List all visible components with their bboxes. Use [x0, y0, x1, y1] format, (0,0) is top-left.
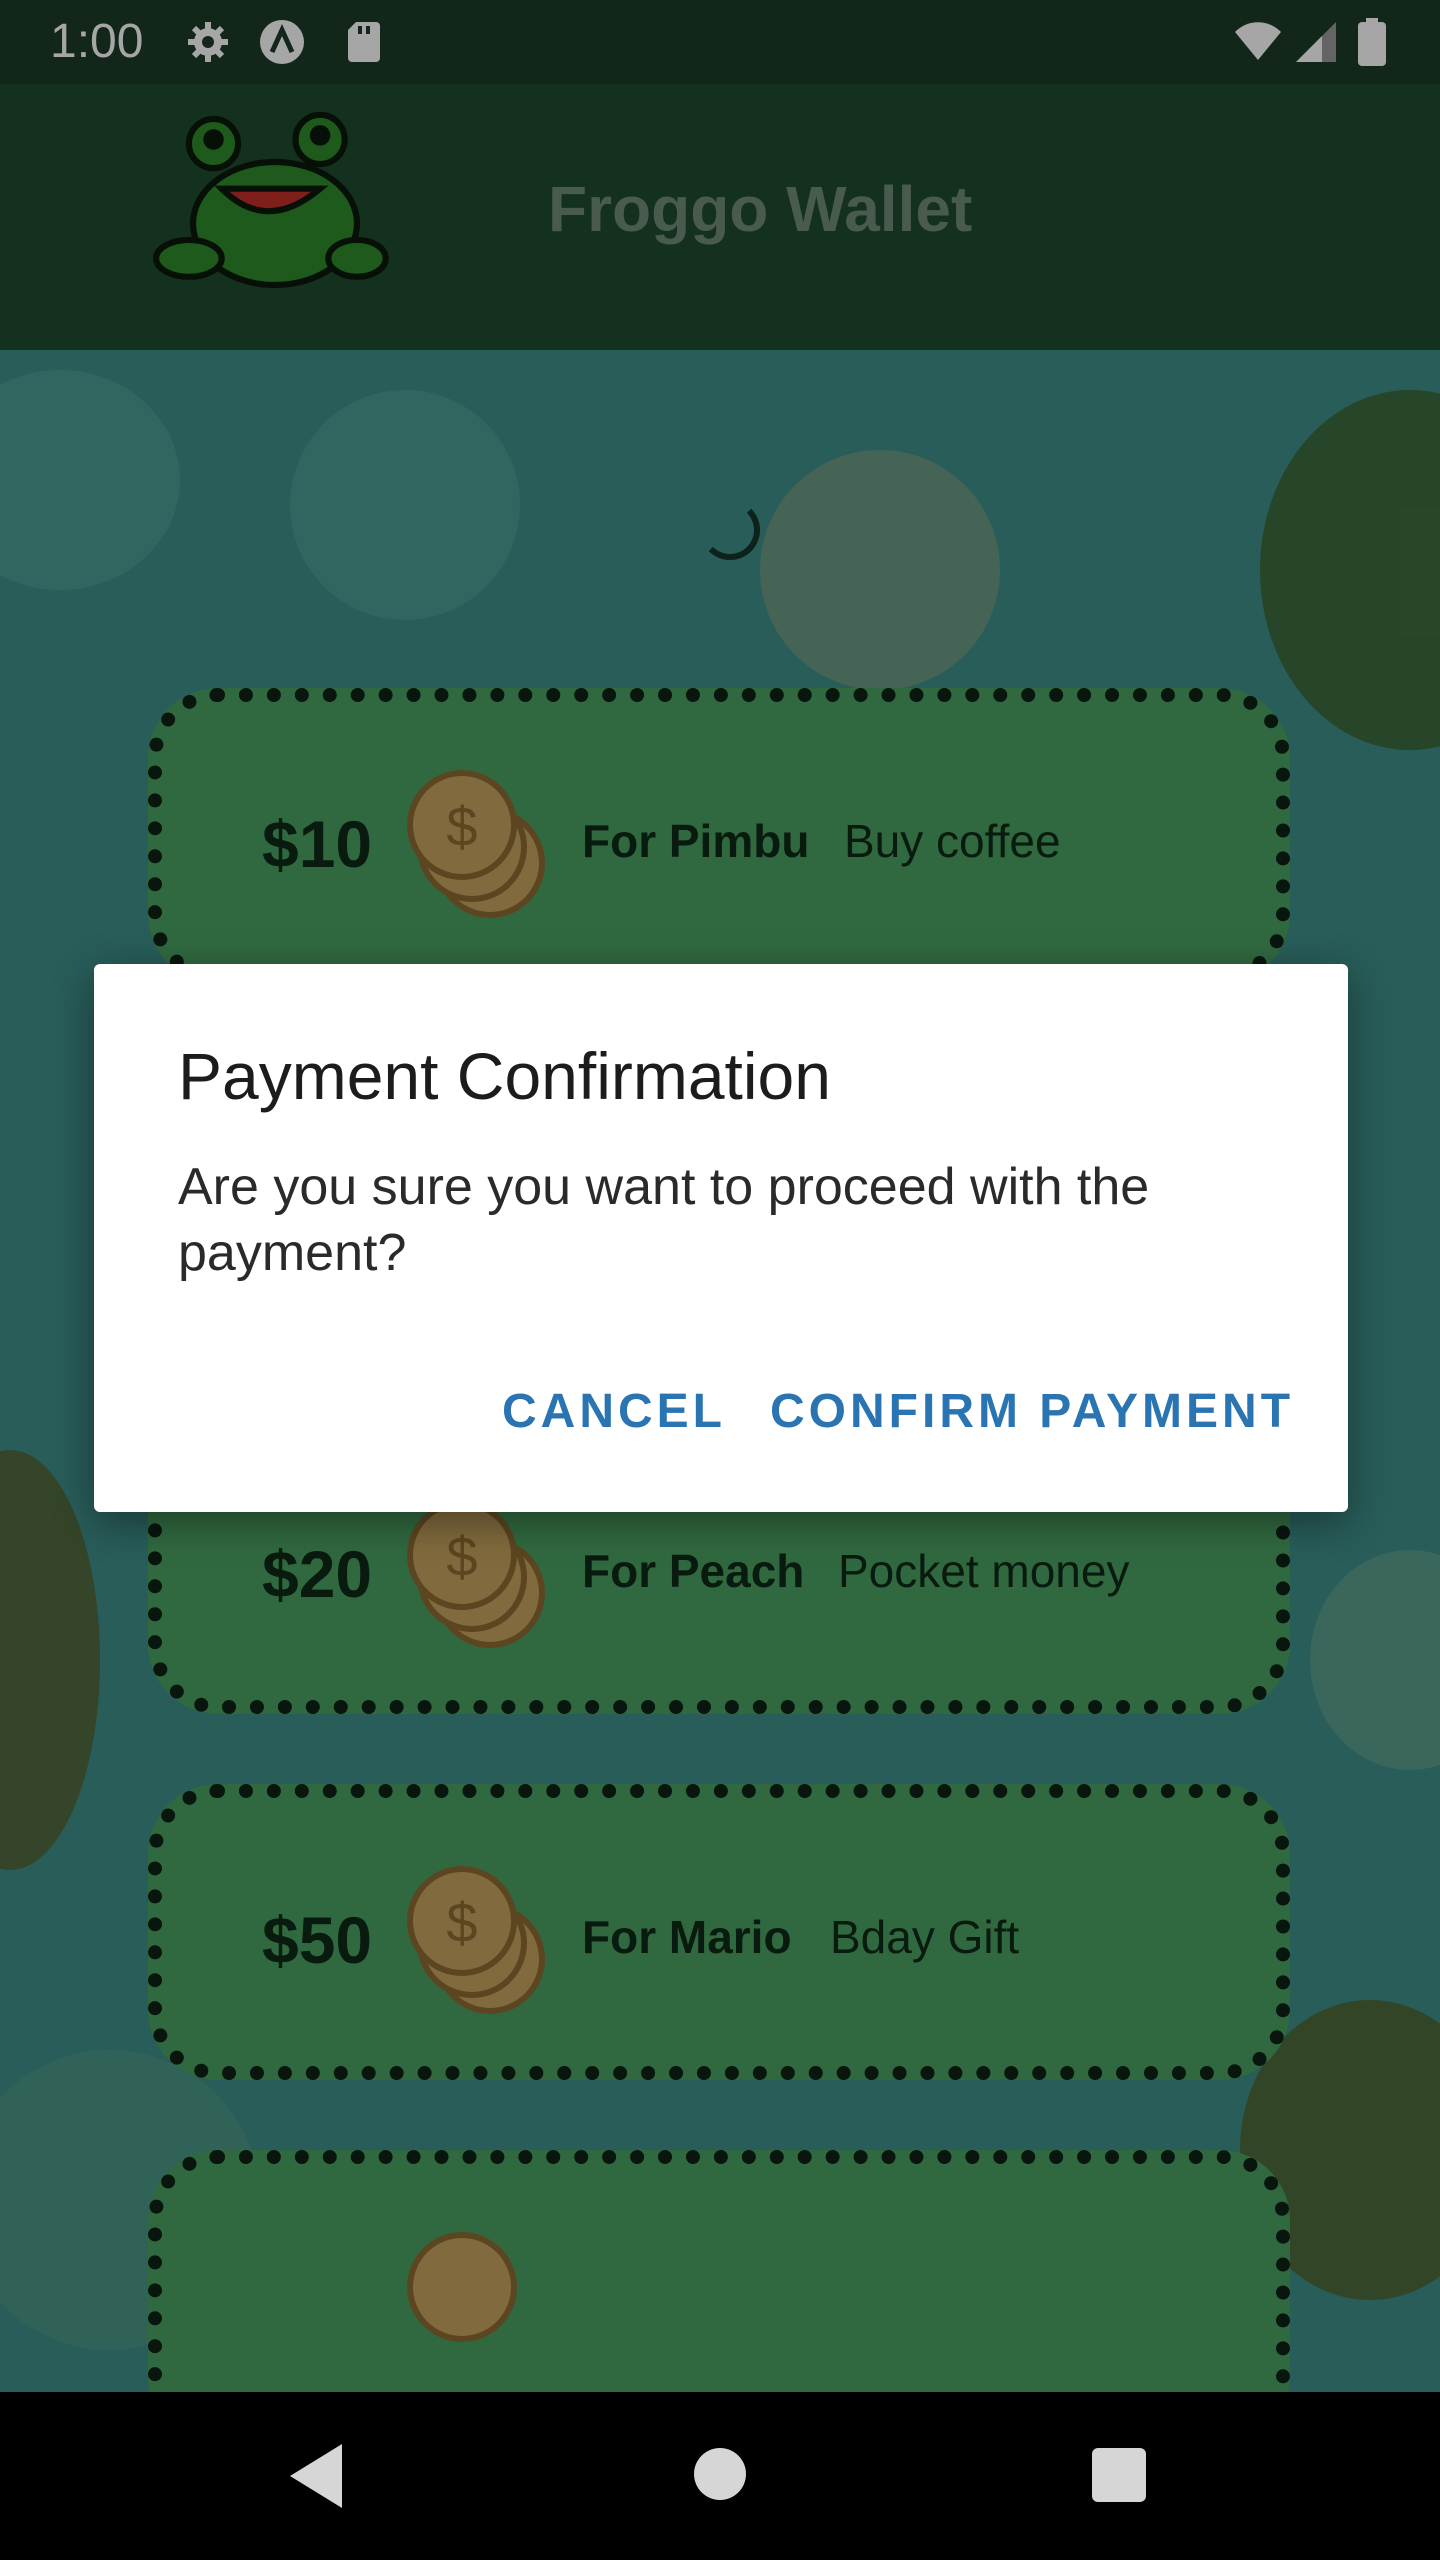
navigation-bar — [0, 2392, 1440, 2560]
cancel-button[interactable]: CANCEL — [502, 1384, 726, 1439]
recents-icon[interactable] — [1092, 2448, 1146, 2502]
confirm-payment-button[interactable]: CONFIRM PAYMENT — [770, 1384, 1294, 1439]
dialog-title: Payment Confirmation — [178, 1039, 831, 1113]
back-icon[interactable] — [290, 2444, 342, 2508]
home-icon[interactable] — [694, 2448, 746, 2500]
dialog-message: Are you sure you want to proceed with th… — [178, 1158, 1150, 1282]
payment-confirmation-dialog: Payment Confirmation Are you sure you wa… — [94, 964, 1348, 1512]
